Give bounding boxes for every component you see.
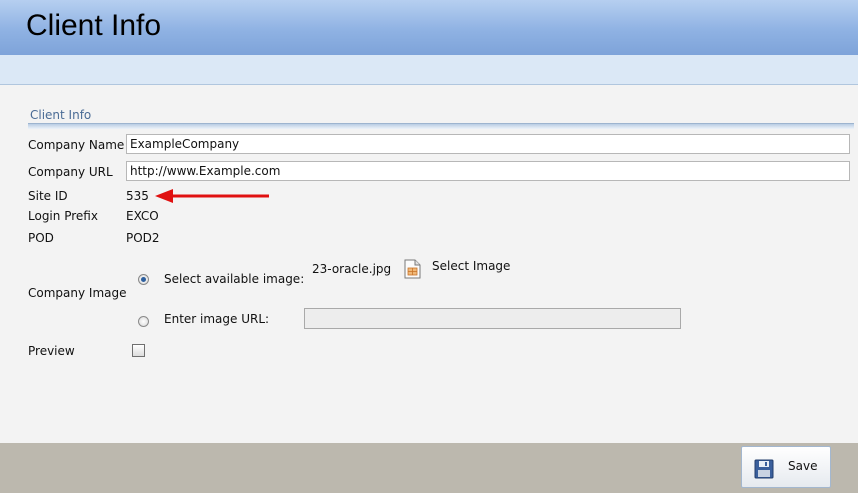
- section-divider: [28, 123, 854, 129]
- floppy-disk-icon: [754, 459, 774, 479]
- company-image-label: Company Image: [28, 286, 127, 300]
- footer-bar: Save: [0, 443, 858, 493]
- page-title: Client Info: [26, 9, 162, 42]
- radio-available-image[interactable]: [138, 274, 149, 285]
- image-url-label: Enter image URL:: [164, 312, 270, 326]
- select-image-link[interactable]: Select Image: [432, 259, 510, 273]
- company-url-input[interactable]: [126, 161, 850, 181]
- login-prefix-label: Login Prefix: [28, 209, 98, 223]
- pod-value: POD2: [126, 231, 160, 245]
- client-info-form: Client Info Company Name Company URL Sit…: [0, 85, 858, 443]
- image-file-icon[interactable]: [404, 259, 422, 279]
- pod-label: POD: [28, 231, 54, 245]
- page-header: Client Info: [0, 0, 858, 55]
- login-prefix-value: EXCO: [126, 209, 159, 223]
- annotation-arrow-icon: [155, 189, 269, 203]
- radio-image-url[interactable]: [138, 316, 149, 327]
- preview-checkbox[interactable]: [132, 344, 145, 357]
- company-url-label: Company URL: [28, 165, 113, 179]
- site-id-label: Site ID: [28, 189, 68, 203]
- selected-image-filename: 23-oracle.jpg: [312, 262, 392, 276]
- save-button-label: Save: [788, 459, 818, 473]
- company-name-input[interactable]: [126, 134, 850, 154]
- image-url-input[interactable]: [304, 308, 681, 329]
- available-image-label: Select available image:: [164, 272, 305, 286]
- toolbar-strip: [0, 55, 858, 85]
- save-button[interactable]: Save: [741, 446, 831, 488]
- preview-label: Preview: [28, 344, 75, 358]
- company-name-label: Company Name: [28, 138, 125, 152]
- site-id-value: 535: [126, 189, 149, 203]
- section-title: Client Info: [30, 108, 92, 122]
